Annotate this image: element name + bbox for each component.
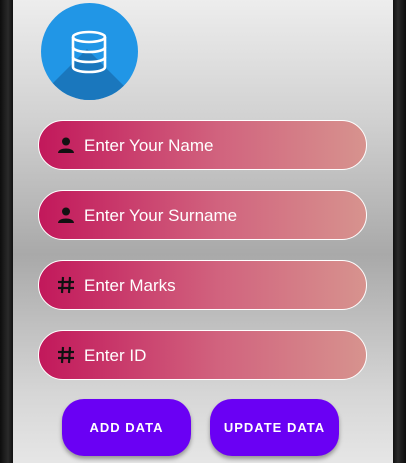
add-data-button[interactable]: ADD DATA: [62, 399, 191, 456]
person-icon: [55, 134, 77, 156]
person-icon: [55, 204, 77, 226]
update-data-button[interactable]: UPDATE DATA: [210, 399, 339, 456]
surname-placeholder: Enter Your Surname: [84, 206, 238, 225]
hash-icon: [55, 274, 77, 296]
surname-field[interactable]: Enter Your Surname: [38, 190, 367, 240]
name-placeholder: Enter Your Name: [84, 136, 214, 155]
hash-icon: [55, 344, 77, 366]
id-field[interactable]: Enter ID: [38, 330, 367, 380]
id-placeholder: Enter ID: [84, 346, 147, 365]
marks-field[interactable]: Enter Marks: [38, 260, 367, 310]
name-field[interactable]: Enter Your Name: [38, 120, 367, 170]
database-icon: [71, 30, 107, 74]
app-logo: [41, 3, 138, 100]
marks-placeholder: Enter Marks: [84, 276, 176, 295]
